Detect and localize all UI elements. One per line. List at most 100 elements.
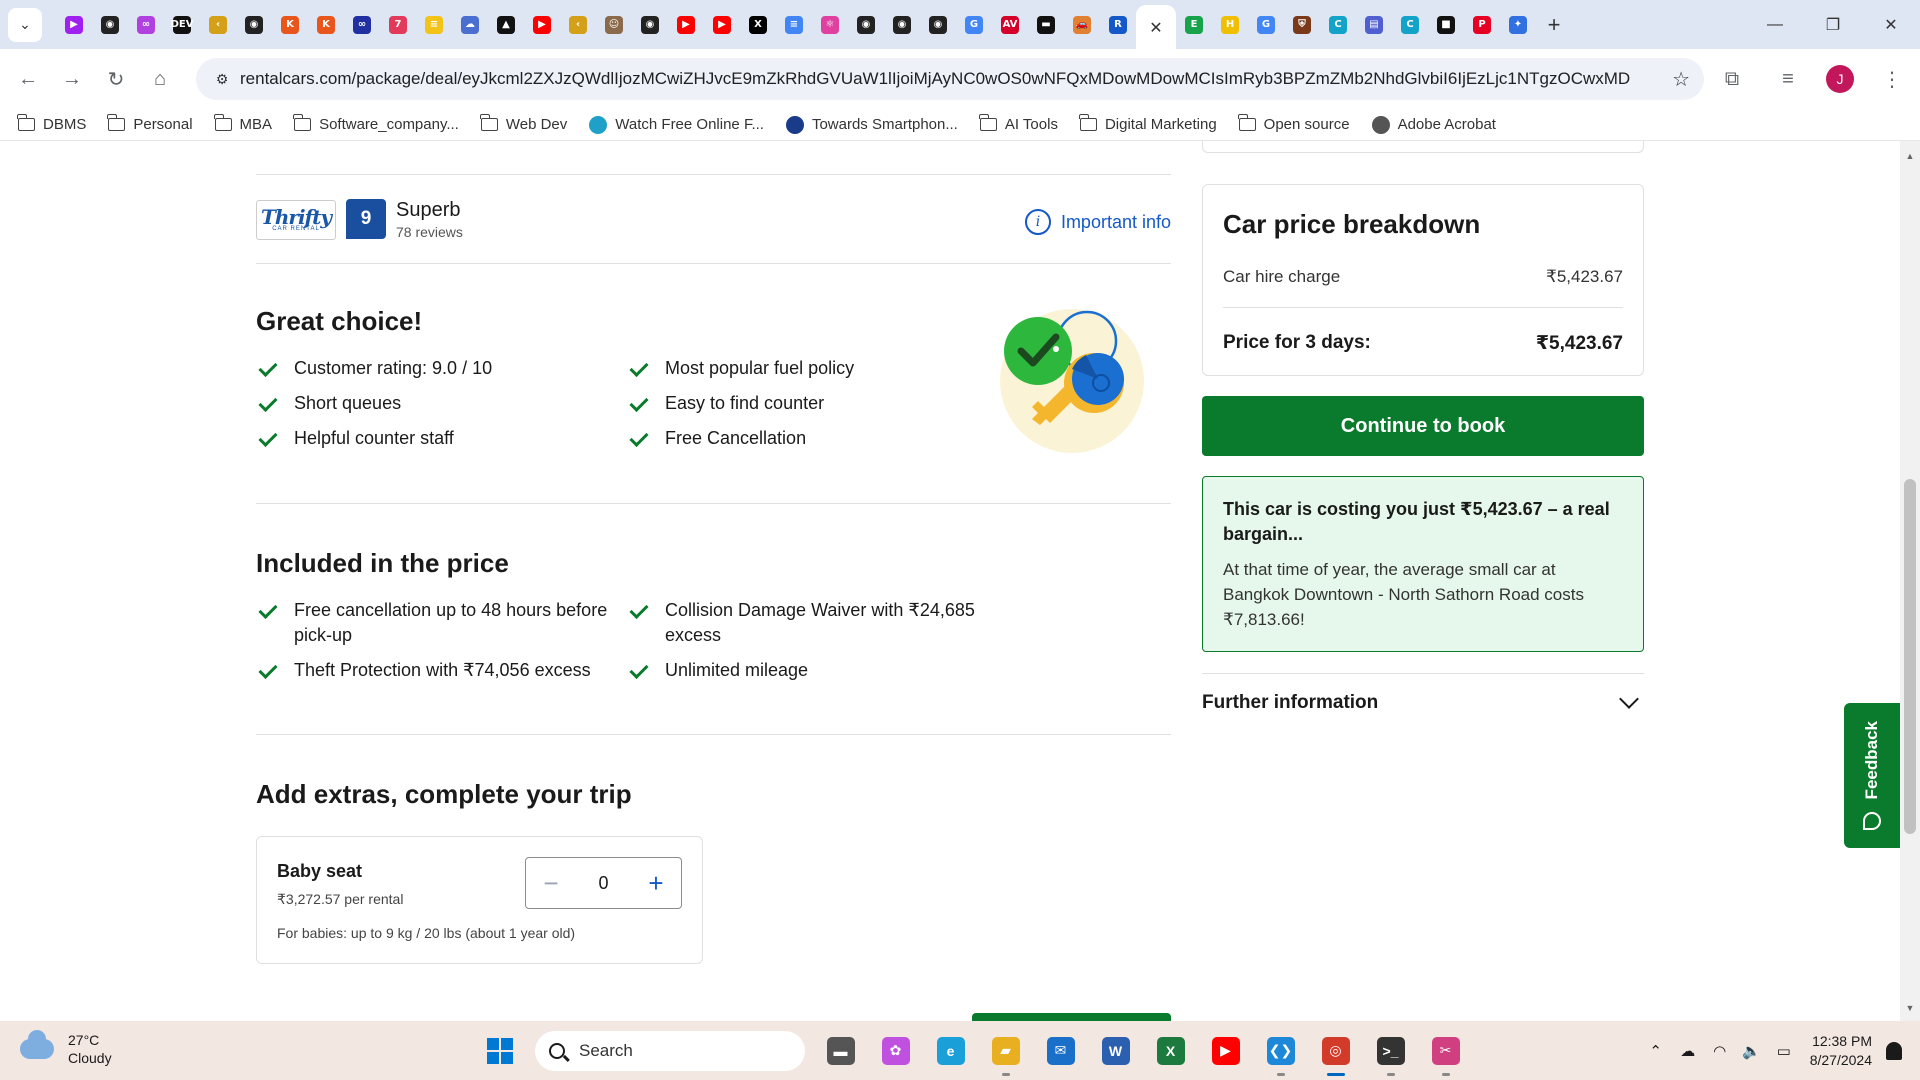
close-window-icon[interactable]: ✕	[1862, 0, 1920, 49]
back-button[interactable]: ←	[6, 57, 50, 101]
increment-button[interactable]: +	[631, 858, 681, 908]
browser-tab[interactable]: ▶	[524, 0, 560, 49]
browser-tab[interactable]: ◉	[236, 0, 272, 49]
bookmark-item[interactable]: MBA	[213, 114, 272, 133]
bookmark-item[interactable]: Digital Marketing	[1078, 114, 1217, 133]
partially-visible-button[interactable]	[972, 1013, 1171, 1021]
browser-tab[interactable]: ▶	[704, 0, 740, 49]
notification-bell-icon[interactable]	[1886, 1041, 1902, 1060]
new-tab-button[interactable]: +	[1536, 12, 1572, 38]
browser-tab[interactable]: G	[956, 0, 992, 49]
menu-button[interactable]: ⋮	[1870, 57, 1914, 101]
decrement-button[interactable]: −	[526, 858, 576, 908]
bookmark-item[interactable]: Open source	[1237, 114, 1350, 133]
browser-tab[interactable]: H	[1212, 0, 1248, 49]
scrollbar-thumb[interactable]	[1904, 479, 1916, 834]
onedrive-icon[interactable]: ☁	[1672, 1042, 1704, 1060]
bookmark-item[interactable]: Web Dev	[479, 114, 567, 133]
mail-app[interactable]: ✉	[1033, 1021, 1088, 1080]
copilot-app[interactable]: ✿	[868, 1021, 923, 1080]
browser-tab[interactable]: ≡	[776, 0, 812, 49]
bookmark-item[interactable]: Watch Free Online F...	[589, 115, 764, 134]
further-information-toggle[interactable]: Further information	[1202, 673, 1644, 725]
home-button[interactable]: ⌂	[138, 57, 182, 101]
restore-icon[interactable]: ❐	[1804, 0, 1862, 49]
terminal-app[interactable]: >_	[1363, 1021, 1418, 1080]
browser-tab[interactable]: DEV	[164, 0, 200, 49]
bookmark-item[interactable]: Towards Smartphon...	[785, 115, 958, 134]
browser-tab[interactable]: ‹	[560, 0, 596, 49]
site-info-icon[interactable]: ⚙	[204, 71, 240, 88]
media-control-button[interactable]: ≡	[1766, 57, 1810, 101]
scroll-down-icon[interactable]: ▼	[1900, 999, 1920, 1017]
browser-tab[interactable]: ‹	[200, 0, 236, 49]
browser-tab[interactable]: ■	[1428, 0, 1464, 49]
review-count[interactable]: 78 reviews	[396, 224, 463, 240]
word-app[interactable]: W	[1088, 1021, 1143, 1080]
reload-button[interactable]: ↻	[94, 57, 138, 101]
profile-avatar[interactable]: J	[1826, 65, 1854, 93]
browser-tab[interactable]: ▶	[56, 0, 92, 49]
bookmark-item[interactable]: Software_company...	[293, 114, 459, 133]
address-bar[interactable]: ⚙ rentalcars.com/package/deal/eyJkcml2ZX…	[196, 58, 1704, 100]
clock[interactable]: 12:38 PM 8/27/2024	[1810, 1032, 1872, 1070]
extensions-button[interactable]: ⧉	[1710, 57, 1754, 101]
browser-tab[interactable]: G	[1248, 0, 1284, 49]
scroll-up-icon[interactable]: ▲	[1900, 147, 1920, 165]
browser-tab[interactable]: C	[1320, 0, 1356, 49]
browser-tab[interactable]: ▤	[1356, 0, 1392, 49]
browser-tab[interactable]: AV	[992, 0, 1028, 49]
important-info-link[interactable]: i Important info	[1024, 209, 1171, 235]
browser-tab[interactable]: K	[272, 0, 308, 49]
snipping-app[interactable]: ✂	[1418, 1021, 1473, 1080]
browser-tab[interactable]: X	[740, 0, 776, 49]
browser-tab[interactable]: ∞	[128, 0, 164, 49]
continue-to-book-button[interactable]: Continue to book	[1202, 396, 1644, 456]
volume-icon[interactable]: 🔈	[1736, 1042, 1768, 1060]
weather-widget[interactable]: 27°C Cloudy	[20, 1030, 112, 1067]
browser-tab[interactable]: 7	[380, 0, 416, 49]
bookmark-item[interactable]: Personal	[107, 114, 193, 133]
browser-tab[interactable]: ◉	[920, 0, 956, 49]
chevron-up-icon[interactable]: ⌃	[1640, 1042, 1672, 1060]
chrome-app[interactable]: ◎	[1308, 1021, 1363, 1080]
browser-tab[interactable]: ∞	[344, 0, 380, 49]
feedback-button[interactable]: Feedback	[1844, 703, 1900, 848]
browser-tab[interactable]: ▲	[488, 0, 524, 49]
browser-tab[interactable]: ✦	[1500, 0, 1536, 49]
taskbar-search[interactable]: Search	[535, 1030, 805, 1071]
browser-tab[interactable]: ≡	[416, 0, 452, 49]
browser-tab[interactable]: E	[1176, 0, 1212, 49]
excel-app[interactable]: X	[1143, 1021, 1198, 1080]
url-text[interactable]: rentalcars.com/package/deal/eyJkcml2ZXJz…	[240, 69, 1630, 89]
bookmark-item[interactable]: AI Tools	[978, 114, 1058, 133]
youtube-app[interactable]: ▶	[1198, 1021, 1253, 1080]
browser-tab[interactable]: ◉	[848, 0, 884, 49]
browser-tab[interactable]: ⛨	[1284, 0, 1320, 49]
page-scrollbar[interactable]: ▲ ▼	[1900, 141, 1920, 1021]
browser-tab[interactable]: ☁	[452, 0, 488, 49]
edge-app[interactable]: e	[923, 1021, 978, 1080]
browser-tab[interactable]: C	[1392, 0, 1428, 49]
tab-search-button[interactable]: ⌄	[8, 7, 42, 42]
file-explorer-app[interactable]: ▬	[813, 1021, 868, 1080]
browser-tab[interactable]: ◉	[884, 0, 920, 49]
folder-app[interactable]: ▰	[978, 1021, 1033, 1080]
browser-tab[interactable]: R	[1100, 0, 1136, 49]
forward-button[interactable]: →	[50, 57, 94, 101]
browser-tab[interactable]: ◉	[632, 0, 668, 49]
active-browser-tab[interactable]: ✕	[1136, 5, 1176, 49]
browser-tab[interactable]: ▬	[1028, 0, 1064, 49]
close-tab-icon[interactable]: ✕	[1147, 18, 1165, 37]
start-button[interactable]	[472, 1021, 527, 1080]
browser-tab[interactable]: P	[1464, 0, 1500, 49]
browser-tab[interactable]: 🚗	[1064, 0, 1100, 49]
browser-tab[interactable]: ◉	[92, 0, 128, 49]
browser-tab[interactable]: K	[308, 0, 344, 49]
browser-tab[interactable]: ▶	[668, 0, 704, 49]
minimize-icon[interactable]: —	[1746, 0, 1804, 49]
wifi-icon[interactable]: ◠	[1704, 1042, 1736, 1060]
bookmark-item[interactable]: DBMS	[17, 114, 86, 133]
browser-tab[interactable]: ⚛	[812, 0, 848, 49]
bookmark-star-icon[interactable]: ☆	[1672, 67, 1690, 92]
